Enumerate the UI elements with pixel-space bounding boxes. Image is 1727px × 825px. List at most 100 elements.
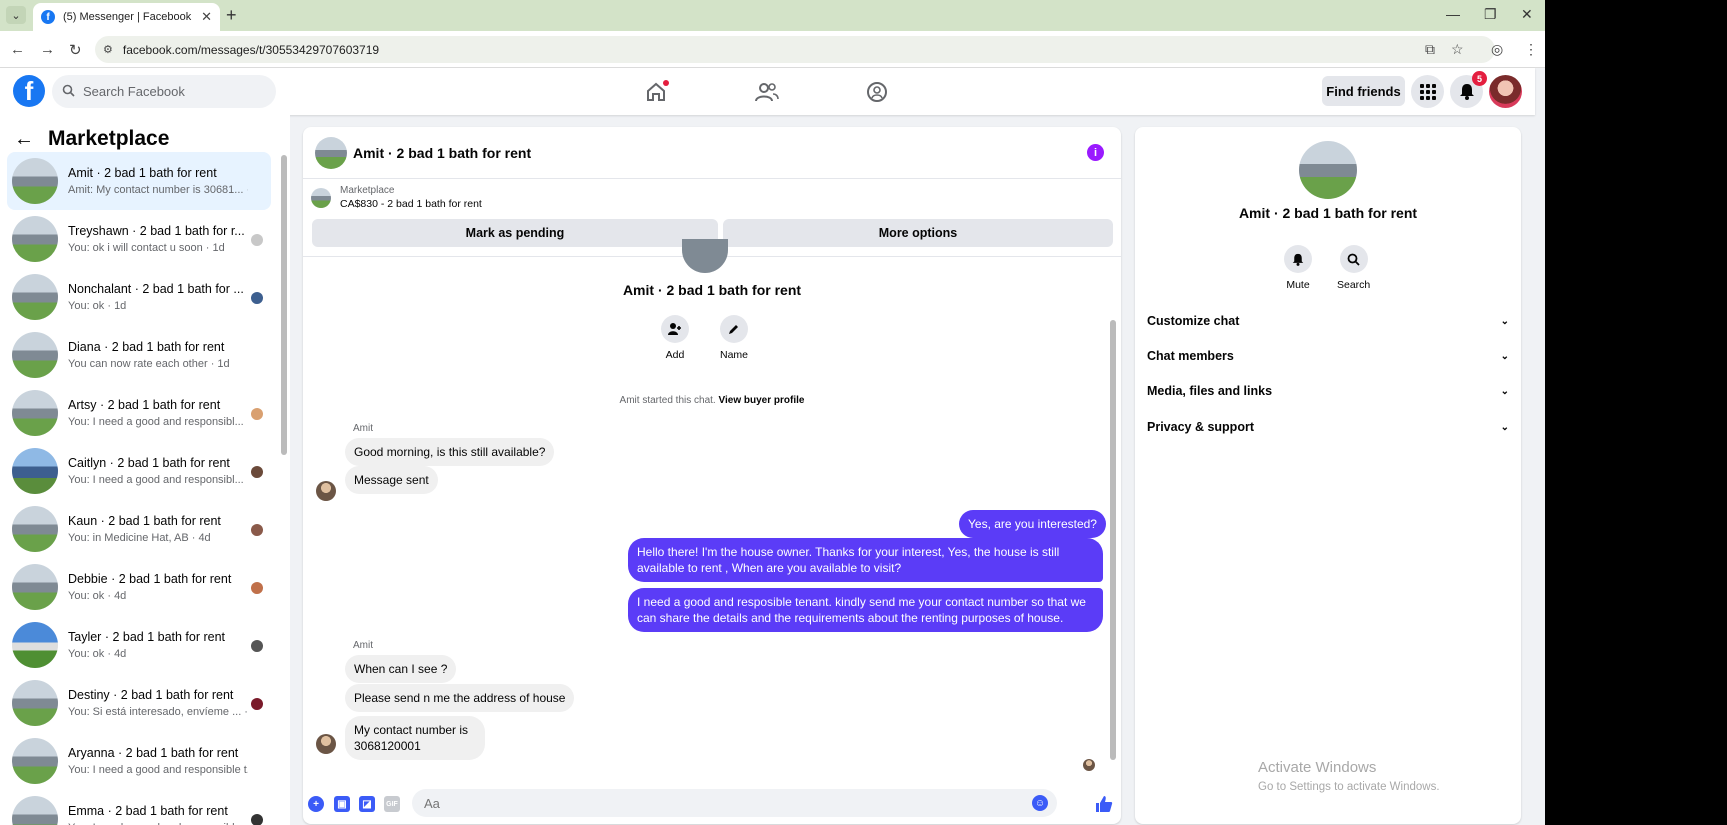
back-arrow-icon[interactable]: ← <box>14 128 34 151</box>
sender-avatar <box>316 734 336 754</box>
chat-avatar[interactable] <box>315 136 347 169</box>
conversation-thumbnail <box>12 564 58 610</box>
chat-members-label: Chat members <box>1147 349 1234 363</box>
started-text: Amit started this chat. <box>619 395 716 406</box>
message-incoming[interactable]: When can I see ? <box>345 655 457 683</box>
conversation-item[interactable]: Amit · 2 bad 1 bath for rent Amit: My con… <box>7 152 271 210</box>
conversation-item[interactable]: Tayler · 2 bad 1 bath for rent You: ok · … <box>7 616 271 674</box>
sidebar-header: ← Marketplace <box>14 127 169 151</box>
conversation-name: Treyshawn · 2 bad 1 bath for r... <box>68 224 245 238</box>
sender-name: Amit <box>353 640 373 651</box>
conversation-name: Destiny · 2 bad 1 bath for rent <box>68 688 234 702</box>
emoji-icon[interactable]: ☺ <box>1032 795 1048 811</box>
conversation-item[interactable]: Caitlyn · 2 bad 1 bath for rent You: I ne… <box>7 442 271 500</box>
conversation-item[interactable]: Destiny · 2 bad 1 bath for rent You: Si e… <box>7 674 271 732</box>
message-incoming[interactable]: Good morning, is this still available? <box>345 438 555 466</box>
tab-title: (5) Messenger | Facebook <box>63 11 192 23</box>
message-incoming[interactable]: Message sent <box>345 466 438 494</box>
sidebar-scrollbar[interactable] <box>281 155 287 455</box>
mute-button[interactable]: Mute <box>1284 245 1312 291</box>
conversation-name: Tayler · 2 bad 1 bath for rent <box>68 630 226 644</box>
customize-chat-item[interactable]: Customize chat ⌄ <box>1147 307 1509 335</box>
add-label: Add <box>665 349 685 361</box>
find-friends-button[interactable]: Find friends <box>1322 76 1405 106</box>
tab-close-icon[interactable]: ✕ <box>201 9 212 25</box>
conversation-thumbnail <box>12 216 58 262</box>
menu-grid-icon[interactable] <box>1411 75 1444 108</box>
activate-windows-title: Activate Windows <box>1258 759 1377 776</box>
bookmark-star-icon[interactable]: ☆ <box>1451 41 1464 58</box>
conversation-name: Emma · 2 bad 1 bath for rent <box>68 804 228 818</box>
browser-tab[interactable]: f (5) Messenger | Facebook ✕ <box>33 3 220 31</box>
reload-icon[interactable]: ↻ <box>69 41 82 59</box>
message-incoming[interactable]: My contact number is 3068120001 <box>345 716 485 760</box>
more-options-button[interactable]: More options <box>723 219 1113 247</box>
facebook-logo-icon[interactable]: f <box>13 75 45 107</box>
chat-members-item[interactable]: Chat members ⌄ <box>1147 342 1509 370</box>
conversation-item[interactable]: Aryanna · 2 bad 1 bath for rent You: I ne… <box>7 732 271 790</box>
address-bar: ← → ↻ ⚙ facebook.com/messages/t/30553429… <box>0 31 1545 68</box>
chevron-down-icon: ⌄ <box>1500 421 1509 433</box>
facebook-search[interactable]: Search Facebook <box>52 75 276 108</box>
message-incoming[interactable]: Please send n me the address of house <box>345 684 575 712</box>
conversation-item[interactable]: Treyshawn · 2 bad 1 bath for r... You: ok… <box>7 210 271 268</box>
home-icon[interactable] <box>643 80 669 104</box>
new-tab-icon[interactable]: + <box>226 5 237 26</box>
like-thumbs-up-icon[interactable] <box>1094 794 1114 814</box>
photo-icon[interactable]: ▣ <box>334 796 350 812</box>
conversation-item[interactable]: Debbie · 2 bad 1 bath for rent You: ok · … <box>7 558 271 616</box>
url-field[interactable]: ⚙ facebook.com/messages/t/30553429707603… <box>95 36 1495 63</box>
message-outgoing[interactable]: Hello there! I'm the house owner. Thanks… <box>628 538 1103 582</box>
facebook-favicon-icon: f <box>41 10 55 24</box>
install-app-icon[interactable]: ⧉ <box>1425 41 1435 58</box>
conversation-name: Kaun · 2 bad 1 bath for rent <box>68 514 221 528</box>
restore-icon[interactable]: ❐ <box>1484 6 1497 23</box>
details-avatar[interactable] <box>1299 141 1357 199</box>
minimize-icon[interactable]: — <box>1446 6 1460 22</box>
more-actions-icon[interactable]: + <box>308 796 324 812</box>
browser-menu-icon[interactable]: ⋮ <box>1524 41 1538 58</box>
conversation-item[interactable]: Diana · 2 bad 1 bath for rent You can now… <box>7 326 271 384</box>
site-info-icon[interactable]: ⚙ <box>103 43 113 56</box>
conversation-name: Caitlyn · 2 bad 1 bath for rent <box>68 456 230 470</box>
mark-as-pending-button[interactable]: Mark as pending <box>312 219 718 247</box>
view-buyer-profile-link[interactable]: View buyer profile <box>718 395 804 406</box>
listing-row[interactable]: Marketplace CA$830 - 2 bad 1 bath for re… <box>311 185 482 210</box>
message-outgoing[interactable]: Yes, are you interested? <box>959 510 1106 538</box>
profile-icon[interactable]: ◎ <box>1491 41 1503 58</box>
message-input-box[interactable]: ☺ <box>412 789 1057 817</box>
search-icon <box>62 84 75 100</box>
chat-scrollbar[interactable] <box>1110 320 1116 760</box>
info-icon[interactable]: i <box>1087 144 1104 161</box>
forward-icon[interactable]: → <box>40 41 55 58</box>
conversation-item[interactable]: Kaun · 2 bad 1 bath for rent You: in Medi… <box>7 500 271 558</box>
add-people-button[interactable]: Add <box>661 315 689 361</box>
account-avatar[interactable] <box>1489 75 1522 108</box>
facebook-header: f Search Facebook Find friends 5 <box>0 68 1535 115</box>
groups-icon[interactable] <box>864 80 890 104</box>
message-outgoing[interactable]: I need a good and resposible tenant. kin… <box>628 588 1103 632</box>
conversation-item[interactable]: Artsy · 2 bad 1 bath for rent You: I need… <box>7 384 271 442</box>
edit-name-button[interactable]: Name <box>720 315 748 361</box>
chat-title[interactable]: Amit · 2 bad 1 bath for rent <box>353 145 531 161</box>
chat-panel: Amit · 2 bad 1 bath for rent i Marketpla… <box>303 127 1121 824</box>
privacy-support-item[interactable]: Privacy & support ⌄ <box>1147 413 1509 441</box>
search-in-chat-button[interactable]: Search <box>1337 245 1370 291</box>
sticker-icon[interactable]: ◪ <box>359 796 375 812</box>
seen-avatar <box>251 640 263 652</box>
privacy-support-label: Privacy & support <box>1147 420 1254 434</box>
conversation-preview: You: I need a good and responsibl... · 2… <box>68 416 248 428</box>
bell-icon <box>1284 245 1312 273</box>
tab-search-dropdown-icon[interactable]: ⌄ <box>6 6 26 24</box>
conversation-item[interactable]: Nonchalant · 2 bad 1 bath for ... You: ok… <box>7 268 271 326</box>
message-input[interactable] <box>424 795 984 811</box>
media-files-links-item[interactable]: Media, files and links ⌄ <box>1147 377 1509 405</box>
notifications-bell-icon[interactable]: 5 <box>1450 71 1487 108</box>
conversation-thumbnail <box>12 680 58 726</box>
friends-icon[interactable] <box>754 80 780 104</box>
gif-icon[interactable]: GIF <box>384 796 400 812</box>
chat-profile-name: Amit · 2 bad 1 bath for rent <box>622 282 802 298</box>
back-icon[interactable]: ← <box>10 41 25 58</box>
conversation-item[interactable]: Emma · 2 bad 1 bath for rentYou: I need … <box>7 790 271 825</box>
close-window-icon[interactable]: ✕ <box>1521 6 1533 23</box>
